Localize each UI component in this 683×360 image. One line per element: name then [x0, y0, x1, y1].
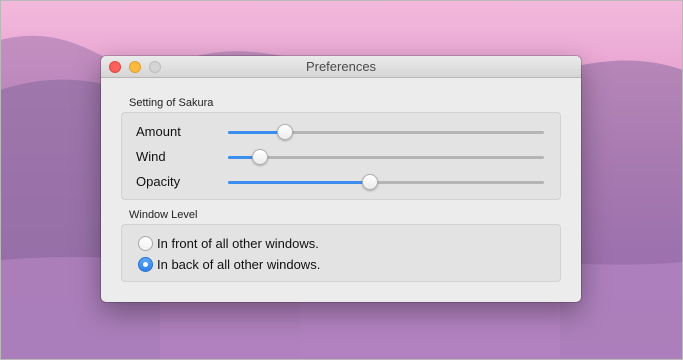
window-title: Preferences [305, 59, 377, 74]
radio-front-button[interactable] [138, 236, 153, 251]
wind-slider[interactable] [228, 149, 544, 165]
opacity-slider[interactable] [228, 174, 544, 190]
preferences-window: Preferences Setting of Sakura Amount Win… [101, 56, 581, 302]
sakura-settings-box: Amount Wind Opacity [121, 112, 561, 200]
window-level-group-label: Window Level [129, 209, 198, 221]
opacity-label: Opacity [136, 174, 181, 189]
opacity-slider-fill [228, 181, 371, 184]
opacity-slider-row: Opacity [122, 171, 560, 193]
radio-back-button[interactable] [138, 257, 153, 272]
wind-slider-row: Wind [122, 146, 560, 168]
title-bar[interactable]: Preferences [101, 56, 581, 78]
amount-label: Amount [136, 124, 181, 139]
radio-back-label[interactable]: In back of all other windows. [157, 257, 320, 272]
amount-slider[interactable] [228, 124, 544, 140]
sakura-group-label: Setting of Sakura [129, 97, 214, 109]
opacity-slider-knob[interactable] [362, 174, 379, 190]
amount-slider-knob[interactable] [276, 124, 293, 140]
amount-slider-row: Amount [122, 121, 560, 143]
window-level-box: In front of all other windows. In back o… [121, 224, 561, 282]
radio-front-label[interactable]: In front of all other windows. [157, 236, 319, 251]
wind-slider-knob[interactable] [251, 149, 268, 165]
wind-label: Wind [136, 149, 166, 164]
